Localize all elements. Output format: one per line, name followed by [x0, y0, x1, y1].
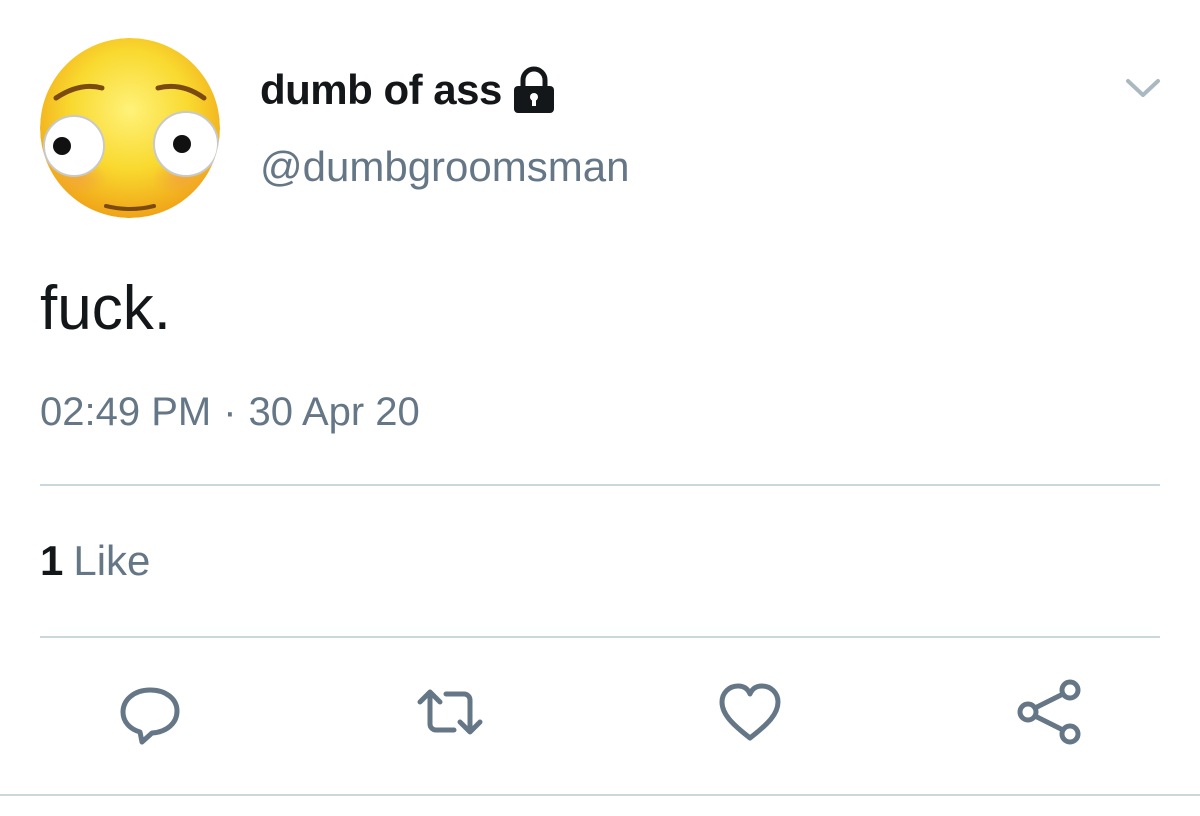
retweet-icon	[417, 689, 483, 735]
reply-icon	[120, 687, 180, 745]
tweet-text: fuck.	[40, 274, 171, 343]
like-count: 1	[40, 537, 64, 584]
display-name[interactable]: dumb of ass	[260, 69, 502, 111]
tweet-time: 02:49 PM	[40, 390, 212, 434]
like-button[interactable]	[714, 676, 786, 748]
flushed-face-emoji-icon	[40, 38, 220, 218]
tweet-timestamp[interactable]: 02:49 PM · 30 Apr 20	[40, 392, 420, 432]
like-label: Like	[73, 537, 151, 584]
chevron-down-icon[interactable]	[1120, 70, 1166, 106]
reply-button[interactable]	[114, 676, 186, 748]
likes-summary[interactable]: 1 Like	[40, 540, 150, 582]
divider	[40, 484, 1160, 486]
divider	[40, 636, 1160, 638]
heart-icon	[719, 683, 781, 741]
timestamp-separator: ·	[223, 390, 237, 434]
divider	[0, 794, 1200, 796]
author-name-row: dumb of ass	[260, 62, 558, 118]
share-icon	[1017, 679, 1081, 745]
author-handle[interactable]: @dumbgroomsman	[260, 146, 629, 188]
avatar[interactable]	[40, 38, 220, 218]
tweet-date: 30 Apr 20	[248, 390, 420, 434]
share-button[interactable]	[1014, 676, 1086, 748]
retweet-button[interactable]	[414, 676, 486, 748]
tweet-detail: dumb of ass @dumbgroomsman fuck. 02:49 P…	[0, 0, 1200, 816]
lock-icon	[510, 65, 558, 115]
